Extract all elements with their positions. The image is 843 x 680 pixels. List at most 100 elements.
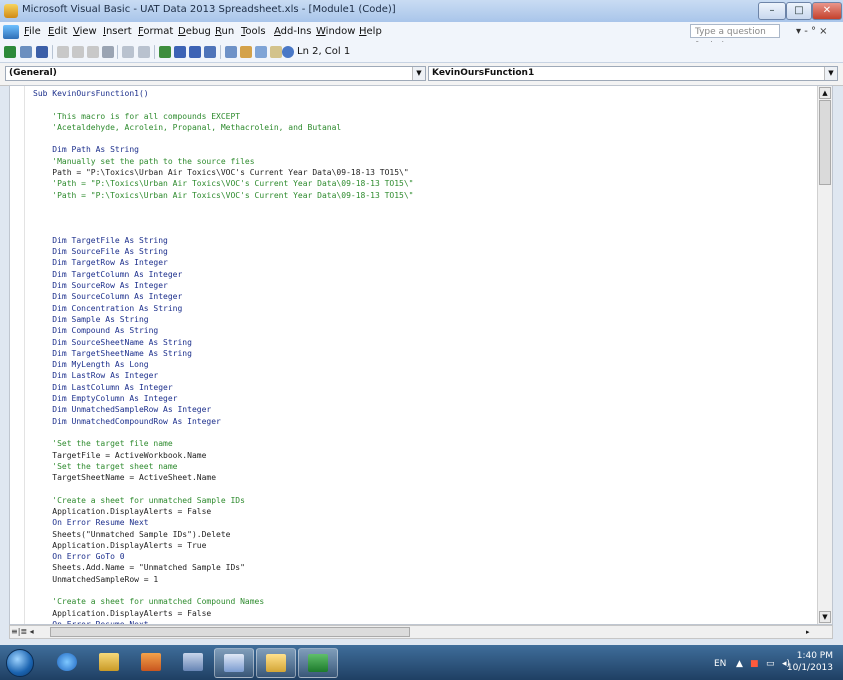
code-line[interactable]: 'Create a sheet for unmatched Sample IDs	[33, 495, 414, 506]
code-line[interactable]: Dim EmptyColumn As Integer	[33, 393, 414, 404]
code-line[interactable]: Dim TargetSheetName As String	[33, 348, 414, 359]
procedure-combo[interactable]: KevinOursFunction1 ▼	[428, 66, 838, 81]
vertical-scrollbar[interactable]: ▲ ▼	[817, 86, 832, 624]
code-line[interactable]: Sheets("Unmatched Sample IDs").Delete	[33, 529, 414, 540]
taskbar-folder[interactable]	[256, 648, 296, 678]
code-line[interactable]: Dim MyLength As Long	[33, 359, 414, 370]
taskbar-file-manager[interactable]	[90, 648, 128, 676]
close-button[interactable]: ✕	[812, 2, 842, 20]
code-line[interactable]	[33, 201, 414, 212]
code-line[interactable]: Dim TargetColumn As Integer	[33, 269, 414, 280]
mdi-window-controls[interactable]: ▾ - ° ×	[796, 26, 828, 37]
menu-run[interactable]: Run	[215, 26, 234, 37]
system-clock[interactable]: 1:40 PM 10/1/2013	[787, 650, 833, 674]
start-button[interactable]	[6, 649, 34, 677]
chevron-down-icon[interactable]: ▼	[412, 67, 425, 80]
code-line[interactable]: Sheets.Add.Name = "Unmatched Sample IDs"	[33, 562, 414, 573]
code-line[interactable]: 'Path = "P:\Toxics\Urban Air Toxics\VOC'…	[33, 190, 413, 201]
code-line[interactable]: Dim LastRow As Integer	[33, 370, 414, 381]
code-line[interactable]: Dim TargetRow As Integer	[33, 257, 414, 268]
code-line[interactable]: 'This macro is for all compounds EXCEPT	[33, 111, 414, 122]
code-line[interactable]	[33, 224, 414, 235]
code-line[interactable]: 'Acetaldehyde, Acrolein, Propanal, Metha…	[33, 122, 414, 133]
code-line[interactable]: Application.DisplayAlerts = False	[33, 608, 414, 619]
horizontal-scrollbar[interactable]: ≡|≣ ◂ ▸	[9, 625, 833, 639]
scroll-up-icon[interactable]: ▲	[819, 87, 831, 99]
code-line[interactable]: Dim SourceColumn As Integer	[33, 291, 414, 302]
code-line[interactable]: 'Create a sheet for unmatched Compound N…	[33, 596, 414, 607]
menu-add-ins[interactable]: Add-Ins	[274, 26, 311, 37]
code-line[interactable]	[33, 99, 414, 110]
redo-icon[interactable]	[138, 46, 150, 58]
code-line[interactable]	[33, 585, 414, 596]
scroll-right-icon[interactable]: ▸	[806, 627, 816, 637]
excel-icon[interactable]	[4, 46, 16, 58]
code-line[interactable]: Dim SourceRow As Integer	[33, 280, 414, 291]
taskbar-excel[interactable]	[298, 648, 338, 678]
save-icon[interactable]	[36, 46, 48, 58]
code-line[interactable]: Dim Concentration As String	[33, 303, 414, 314]
network-icon[interactable]: ▭	[766, 659, 775, 669]
code-line[interactable]: Application.DisplayAlerts = True	[33, 540, 414, 551]
menu-debug[interactable]: Debug	[178, 26, 211, 37]
object-browser-icon[interactable]	[255, 46, 267, 58]
design-mode-icon[interactable]	[204, 46, 216, 58]
code-line[interactable]: 'Set the target sheet name	[33, 461, 414, 472]
menu-tools[interactable]: Tools	[241, 26, 266, 37]
minimize-button[interactable]: –	[758, 2, 786, 20]
code-text[interactable]: Sub KevinOursFunction1() 'This macro is …	[33, 88, 414, 624]
code-line[interactable]: Application.DisplayAlerts = False	[33, 506, 414, 517]
paste-icon[interactable]	[87, 46, 99, 58]
margin-indicator-bar[interactable]	[10, 86, 25, 624]
scroll-down-icon[interactable]: ▼	[819, 611, 831, 623]
menu-edit[interactable]: Edit	[48, 26, 67, 37]
code-line[interactable]: 'Manually set the path to the source fil…	[33, 156, 414, 167]
properties-icon[interactable]	[240, 46, 252, 58]
code-line[interactable]: Dim TargetFile As String	[33, 235, 414, 246]
tray-chevron-icon[interactable]: ▲	[736, 659, 743, 669]
code-editor[interactable]: Sub KevinOursFunction1() 'This macro is …	[9, 85, 833, 625]
chevron-down-icon[interactable]: ▼	[824, 67, 837, 80]
code-line[interactable]: Dim Path As String	[33, 144, 414, 155]
taskbar-media-player[interactable]	[132, 648, 170, 676]
menu-window[interactable]: Window	[316, 26, 355, 37]
maximize-button[interactable]: □	[786, 2, 812, 20]
break-icon[interactable]	[174, 46, 186, 58]
code-line[interactable]: Dim LastColumn As Integer	[33, 382, 414, 393]
code-line[interactable]: Dim SourceSheetName As String	[33, 337, 414, 348]
taskbar-user-app[interactable]	[174, 648, 212, 676]
undo-icon[interactable]	[122, 46, 134, 58]
code-line[interactable]	[33, 212, 414, 223]
code-line[interactable]: 'Set the target file name	[33, 438, 414, 449]
menu-file[interactable]: File	[24, 26, 41, 37]
code-line[interactable]: On Error Resume Next	[33, 517, 414, 528]
scrollbar-thumb[interactable]	[50, 627, 410, 637]
action-center-icon[interactable]: ■	[750, 659, 759, 669]
reset-icon[interactable]	[189, 46, 201, 58]
menu-format[interactable]: Format	[138, 26, 173, 37]
code-line[interactable]: Path = "P:\Toxics\Urban Air Toxics\VOC's…	[33, 167, 414, 178]
taskbar-grid-app[interactable]	[214, 648, 254, 678]
code-line[interactable]	[33, 427, 414, 438]
code-line[interactable]: UnmatchedSampleRow = 1	[33, 574, 414, 585]
code-line[interactable]: Dim SourceFile As String	[33, 246, 414, 257]
help-icon[interactable]	[282, 46, 294, 58]
toolbox-icon[interactable]	[270, 46, 282, 58]
project-explorer-icon[interactable]	[225, 46, 237, 58]
language-indicator[interactable]: EN	[714, 659, 726, 669]
code-line[interactable]: Dim UnmatchedCompoundRow As Integer	[33, 416, 414, 427]
run-icon[interactable]	[159, 46, 171, 58]
find-icon[interactable]	[102, 46, 114, 58]
code-line[interactable]: Sub KevinOursFunction1()	[33, 88, 414, 99]
code-line[interactable]: TargetSheetName = ActiveSheet.Name	[33, 472, 414, 483]
menu-help[interactable]: Help	[359, 26, 382, 37]
copy-icon[interactable]	[72, 46, 84, 58]
cut-icon[interactable]	[57, 46, 69, 58]
help-question-box[interactable]: Type a question for help	[690, 24, 780, 51]
code-line[interactable]: On Error GoTo 0	[33, 551, 414, 562]
code-line[interactable]: TargetFile = ActiveWorkbook.Name	[33, 450, 414, 461]
taskbar-internet-explorer[interactable]	[48, 648, 86, 676]
insert-module-icon[interactable]	[20, 46, 32, 58]
menu-insert[interactable]: Insert	[103, 26, 132, 37]
code-line[interactable]: Dim Sample As String	[33, 314, 414, 325]
